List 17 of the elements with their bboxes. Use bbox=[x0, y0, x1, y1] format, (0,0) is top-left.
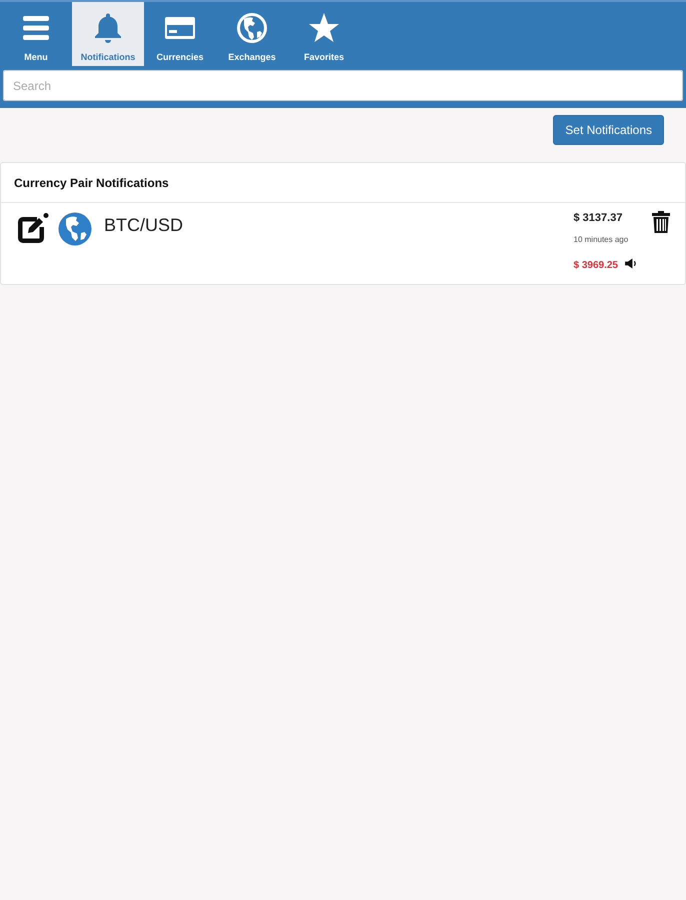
set-notifications-button[interactable]: Set Notifications bbox=[553, 115, 664, 146]
alert-price: $ 3969.25 bbox=[574, 258, 618, 273]
search-field[interactable]: Search bbox=[3, 70, 683, 101]
nav-tab[interactable]: Favorites bbox=[288, 2, 360, 66]
bell-icon bbox=[92, 12, 124, 44]
trash-icon[interactable] bbox=[651, 210, 671, 234]
current-price: $ 3137.37 bbox=[574, 211, 624, 226]
panel-title: Currency Pair Notifications bbox=[1, 163, 685, 204]
nav-tab[interactable]: Exchanges bbox=[216, 2, 288, 66]
currency-pair: BTC/USD bbox=[103, 216, 184, 234]
globe-icon bbox=[236, 12, 268, 44]
updated-time: 10 minutes ago bbox=[574, 234, 630, 246]
nav-tab[interactable]: Menu bbox=[0, 2, 72, 66]
nav-tab[interactable]: Currencies bbox=[144, 2, 216, 66]
star-icon bbox=[308, 12, 340, 44]
globe-icon bbox=[58, 212, 92, 246]
nav-tab[interactable]: Notifications bbox=[72, 2, 144, 66]
